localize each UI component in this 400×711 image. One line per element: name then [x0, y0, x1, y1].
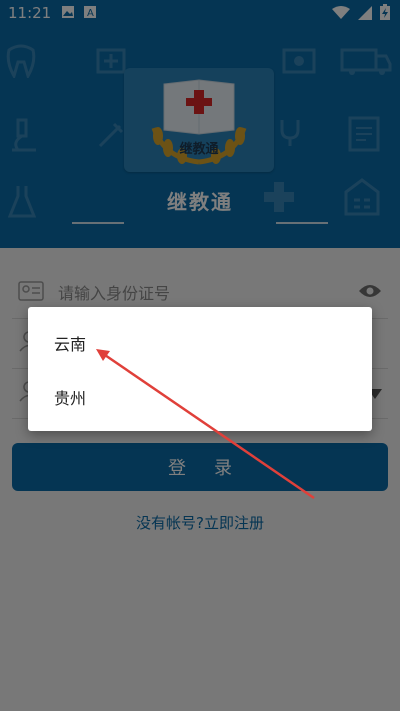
- province-dialog: 云南 贵州: [28, 307, 372, 431]
- dialog-option-guizhou[interactable]: 贵州: [28, 369, 372, 425]
- dialog-option-yunnan[interactable]: 云南: [28, 315, 372, 371]
